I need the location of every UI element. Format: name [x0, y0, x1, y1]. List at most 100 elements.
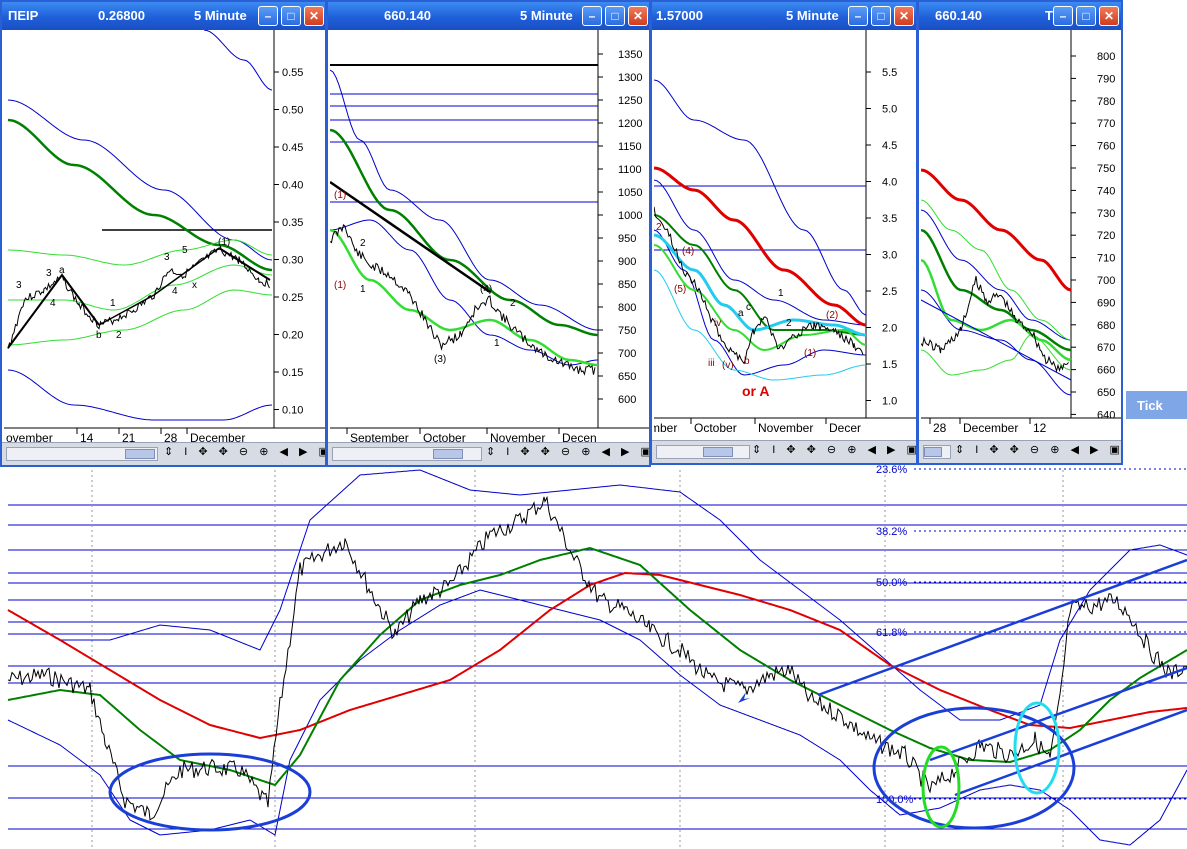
wave-annotation: a [59, 265, 65, 276]
y-tick-label: 5.0 [882, 104, 897, 116]
y-tick-label: 5.5 [882, 67, 897, 79]
wave-annotation: 1 [110, 298, 116, 309]
x-tick-label: Decer [829, 421, 861, 435]
x-tick-label: 12 [1033, 421, 1047, 435]
y-tick-label: 0.10 [282, 405, 303, 417]
horizontal-scrollbar[interactable] [656, 445, 750, 459]
x-tick-label: 28 [933, 421, 947, 435]
y-tick-label: 800 [618, 302, 636, 314]
chart-plot[interactable]: 800 790 780 770 760 750 740 730 720 710 700 690 680 6… [921, 30, 1121, 443]
y-tick-label: 750 [1097, 163, 1115, 175]
title-bar[interactable]: 1.57000 5 Minute – □ ✕ [652, 2, 916, 30]
horizontal-scrollbar[interactable] [332, 447, 482, 461]
chart-plot[interactable]: 5.5 5.0 4.5 4.0 3.5 3.0 2.5 2.0 1.5 1.0 mber Octobe… [654, 30, 916, 443]
y-tick-label: 2.5 [882, 286, 897, 298]
y-tick-label: 3.5 [882, 213, 897, 225]
y-tick-label: 1150 [618, 141, 642, 153]
wave-annotation: (2) [826, 310, 838, 321]
wave-annotation: (1) [804, 348, 816, 359]
y-tick-label: 850 [618, 279, 636, 291]
close-icon[interactable]: ✕ [304, 6, 324, 26]
y-tick-label: 1250 [618, 95, 642, 107]
close-icon[interactable]: ✕ [628, 6, 648, 26]
chart-window-4[interactable]: 660.140 Tick – □ ✕ 800 790 780 770 760 750 740… [917, 0, 1123, 465]
wave-annotation: 1 [360, 284, 366, 295]
wave-annotation: 5 [182, 245, 188, 256]
toolbar-controls[interactable]: ⇕ I ✥ ✥ ⊖ ⊕ ◀ ▶ ▣ [164, 445, 325, 458]
y-tick-label: 0.35 [282, 217, 303, 229]
horizontal-scrollbar[interactable] [923, 445, 951, 459]
fib-label: 23.6% [876, 464, 907, 476]
wave-annotation: 3 [164, 252, 170, 263]
maximize-icon[interactable]: □ [605, 6, 625, 26]
y-tick-label: 950 [618, 233, 636, 245]
wave-annotation: 3 [46, 268, 52, 279]
y-tick-label: 0.50 [282, 105, 303, 117]
chart-toolbar: ⇕ I ✥ ✥ ⊖ ⊕ ◀ ▶ ▣ [328, 442, 649, 465]
y-tick-label: 0.45 [282, 142, 303, 154]
y-tick-label: 1100 [618, 164, 642, 176]
title-bar[interactable]: 660.140 Tick – □ ✕ [919, 2, 1121, 30]
wave-annotation: 2 [116, 330, 122, 341]
y-tick-label: 690 [1097, 297, 1115, 309]
wave-annotation: 1 [778, 288, 784, 299]
y-tick-label: 600 [618, 394, 636, 406]
y-tick-label: 3.0 [882, 250, 897, 262]
toolbar-controls[interactable]: ⇕ I ✥ ✥ ⊖ ⊕ ◀ ▶ ▣ [955, 443, 1121, 456]
y-tick-label: 730 [1097, 208, 1115, 220]
minimize-icon[interactable]: – [258, 6, 278, 26]
close-icon[interactable]: ✕ [1099, 6, 1119, 26]
wave-annotation: (1) [334, 280, 346, 291]
close-icon[interactable]: ✕ [894, 6, 914, 26]
toolbar-controls[interactable]: ⇕ I ✥ ✥ ⊖ ⊕ ◀ ▶ ▣ [752, 443, 916, 456]
x-tick-label: October [694, 421, 737, 435]
y-tick-label: 650 [1097, 387, 1115, 399]
y-tick-label: 710 [1097, 253, 1115, 265]
y-tick-label: 670 [1097, 342, 1115, 354]
window-title-symbol: ΠΕΙΡ [8, 8, 39, 23]
minimize-icon[interactable]: – [848, 6, 868, 26]
y-tick-label: 800 [1097, 51, 1115, 63]
y-tick-label: 770 [1097, 118, 1115, 130]
fib-label: 38.2% [876, 526, 907, 538]
maximize-icon[interactable]: □ [281, 6, 301, 26]
title-bar[interactable]: ΠΕΙΡ 0.26800 5 Minute – □ ✕ [2, 2, 325, 30]
minimize-icon[interactable]: – [582, 6, 602, 26]
toolbar-controls[interactable]: ⇕ I ✥ ✥ ⊖ ⊕ ◀ ▶ ▣ [486, 445, 649, 458]
y-tick-label: 0.15 [282, 367, 303, 379]
window-title-period: 5 Minute [786, 8, 839, 23]
y-tick-label: 740 [1097, 185, 1115, 197]
maximize-icon[interactable]: □ [871, 6, 891, 26]
background-window-tab[interactable]: Tick [1126, 391, 1187, 419]
window-title-value: 660.140 [935, 8, 982, 23]
wave-annotation: 2 [360, 238, 366, 249]
chart-plot[interactable]: 1350 1300 1250 1200 1150 1100 1050 1000 950 900 85… [330, 30, 649, 445]
wave-annotation: (3) [434, 354, 446, 365]
chart-window-3[interactable]: 1.57000 5 Minute – □ ✕ 5.5 5.0 4.5 4.0 3.5 3.… [650, 0, 918, 465]
y-tick-label: 650 [618, 371, 636, 383]
wave-annotation: 2 [656, 222, 662, 233]
minimize-icon[interactable]: – [1053, 6, 1073, 26]
title-bar[interactable]: 660.140 5 Minute – □ ✕ [328, 2, 649, 30]
window-title-value: 1.57000 [656, 8, 703, 23]
wave-annotation: c [746, 302, 751, 313]
y-tick-label: 790 [1097, 73, 1115, 85]
wave-annotation: b [96, 330, 102, 341]
y-tick-label: 1.0 [882, 396, 897, 408]
maximize-icon[interactable]: □ [1076, 6, 1096, 26]
y-tick-label: 1300 [618, 72, 642, 84]
wave-annotation: 4 [50, 298, 56, 309]
fib-label: 61.8% [876, 627, 907, 639]
background-tab-label: Tick [1137, 398, 1163, 413]
wave-annotation: iv [714, 318, 721, 329]
y-tick-label: 720 [1097, 230, 1115, 242]
wave-annotation: (1) [334, 190, 346, 201]
wave-annotation: a [738, 308, 744, 319]
chart-plot[interactable]: 0.55 0.50 0.45 0.40 0.35 0.30 0.25 0.20 0.15 0.10… [4, 30, 325, 445]
chart-window-1[interactable]: ΠΕΙΡ 0.26800 5 Minute – □ ✕ 0.55 0.50 0.45… [0, 0, 327, 467]
wave-annotation: 2 [510, 298, 516, 309]
horizontal-scrollbar[interactable] [6, 447, 158, 461]
y-tick-label: 0.30 [282, 255, 303, 267]
chart-window-2[interactable]: 660.140 5 Minute – □ ✕ 1350 1300 1250 1200 1… [326, 0, 651, 467]
y-tick-label: 1350 [618, 49, 642, 61]
